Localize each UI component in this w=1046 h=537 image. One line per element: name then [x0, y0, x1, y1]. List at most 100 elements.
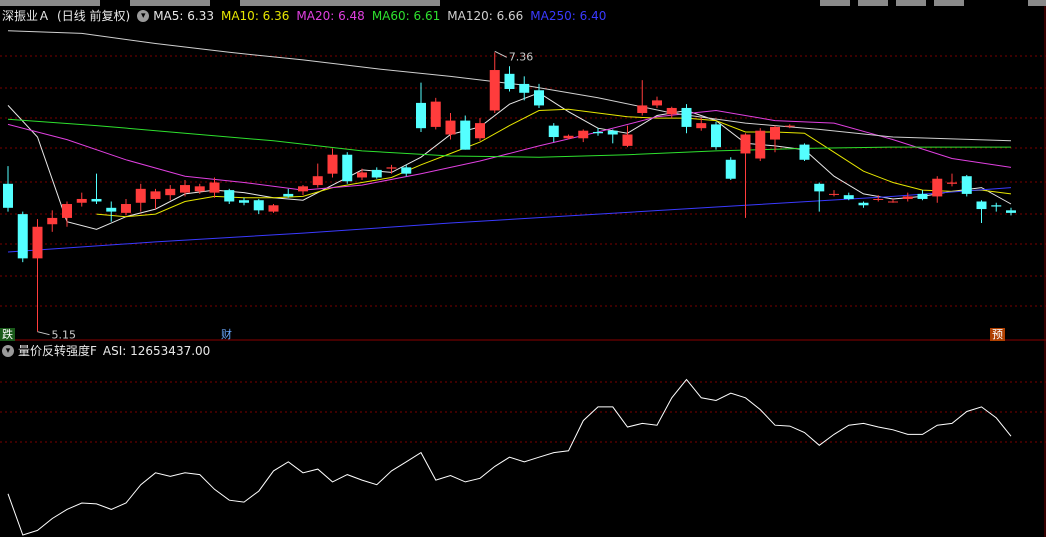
candle-body: [327, 154, 338, 174]
candle-down: [460, 115, 471, 150]
candle-body: [32, 226, 43, 259]
candle-body: [622, 134, 633, 146]
candle-up: [150, 188, 161, 210]
candle-body: [386, 167, 397, 169]
candle-up: [298, 185, 308, 196]
tag-down: 跌: [0, 328, 15, 341]
asi-value: ASI: 12653437.00: [102, 344, 211, 358]
candle-body: [666, 107, 677, 115]
candle-body: [298, 186, 308, 192]
candle-body: [504, 73, 515, 89]
candle-body: [888, 201, 898, 203]
candle-down: [371, 167, 382, 179]
candle-body: [253, 200, 264, 211]
candle-up: [430, 97, 441, 130]
tag-forecast: 预: [990, 328, 1005, 341]
candle-up: [637, 80, 648, 116]
candle-body: [209, 182, 220, 193]
candle-body: [902, 196, 913, 199]
candle-body: [593, 131, 603, 134]
candle-body: [239, 200, 249, 203]
candle-body: [106, 207, 117, 212]
candle-down: [917, 190, 928, 201]
candle-up: [135, 183, 146, 212]
candle-down: [416, 82, 426, 132]
candle-down: [711, 121, 721, 150]
candle-body: [548, 125, 559, 138]
chevron-down-icon[interactable]: ▾: [2, 345, 14, 357]
candle-down: [991, 202, 1002, 212]
candle-down: [3, 166, 13, 212]
candle-up: [165, 185, 176, 201]
candle-up: [947, 173, 957, 187]
candle-up: [755, 128, 766, 162]
candle-body: [829, 193, 839, 195]
candle-body: [357, 172, 367, 178]
candle-down: [961, 174, 972, 197]
candle-body: [652, 100, 662, 106]
candle-up: [327, 148, 338, 178]
candle-body: [755, 130, 766, 159]
candle-up: [312, 163, 323, 188]
candle-body: [770, 126, 780, 140]
candle-body: [917, 193, 928, 199]
candle-down: [607, 129, 618, 144]
candle-body: [1006, 210, 1016, 213]
candle-down: [814, 182, 825, 212]
candle-body: [17, 214, 28, 259]
low-label: 5.15: [52, 329, 77, 342]
candle-up: [666, 106, 677, 119]
candle-up: [489, 52, 500, 114]
candle-body: [947, 182, 957, 184]
candle-body: [401, 167, 412, 174]
candle-down: [681, 104, 692, 134]
ma20-line: [7, 109, 1012, 191]
candle-down: [224, 188, 235, 205]
candle-body: [180, 185, 190, 193]
candle-up: [268, 204, 279, 213]
candle-up: [902, 192, 913, 202]
candle-body: [489, 70, 500, 111]
candle-body: [430, 101, 441, 127]
candle-body: [637, 105, 648, 114]
candle-up: [563, 134, 574, 140]
candle-down: [858, 201, 869, 208]
candle-body: [563, 135, 574, 139]
candle-up: [475, 118, 485, 141]
candle-body: [283, 193, 294, 197]
candle-body: [607, 130, 618, 135]
candle-body: [135, 188, 146, 203]
candle-body: [711, 124, 721, 148]
candle-down: [239, 197, 249, 206]
asi-line: [7, 378, 1012, 536]
indicator-name[interactable]: 量价反转强度F: [18, 343, 97, 359]
candle-up: [76, 192, 87, 207]
candle-body: [62, 204, 72, 218]
candle-up: [888, 198, 898, 203]
candle-body: [858, 202, 869, 206]
candle-body: [460, 120, 471, 150]
candle-body: [194, 186, 205, 192]
candle-body: [799, 144, 810, 160]
candle-down: [342, 152, 353, 184]
candle-down: [283, 188, 294, 198]
candle-body: [268, 205, 279, 212]
candle-body: [961, 176, 972, 194]
candle-body: [165, 188, 176, 196]
candle-body: [312, 176, 323, 186]
candlestick-chart: 7.36 5.15: [0, 6, 1046, 537]
ma60-line: [7, 118, 1011, 158]
candle-down: [504, 66, 515, 92]
candle-down: [593, 128, 603, 136]
candle-body: [150, 191, 161, 199]
high-label: 7.36: [509, 50, 534, 63]
candle-body: [976, 201, 987, 210]
tag-financial: 财: [221, 328, 232, 341]
candle-up: [445, 113, 456, 140]
indicator-header: ▾ 量价反转强度F ASI: 12653437.00: [2, 343, 216, 359]
candle-up: [32, 219, 43, 332]
candle-body: [91, 198, 102, 202]
candle-body: [3, 183, 13, 208]
candle-down: [799, 143, 810, 162]
candle-body: [814, 183, 825, 192]
